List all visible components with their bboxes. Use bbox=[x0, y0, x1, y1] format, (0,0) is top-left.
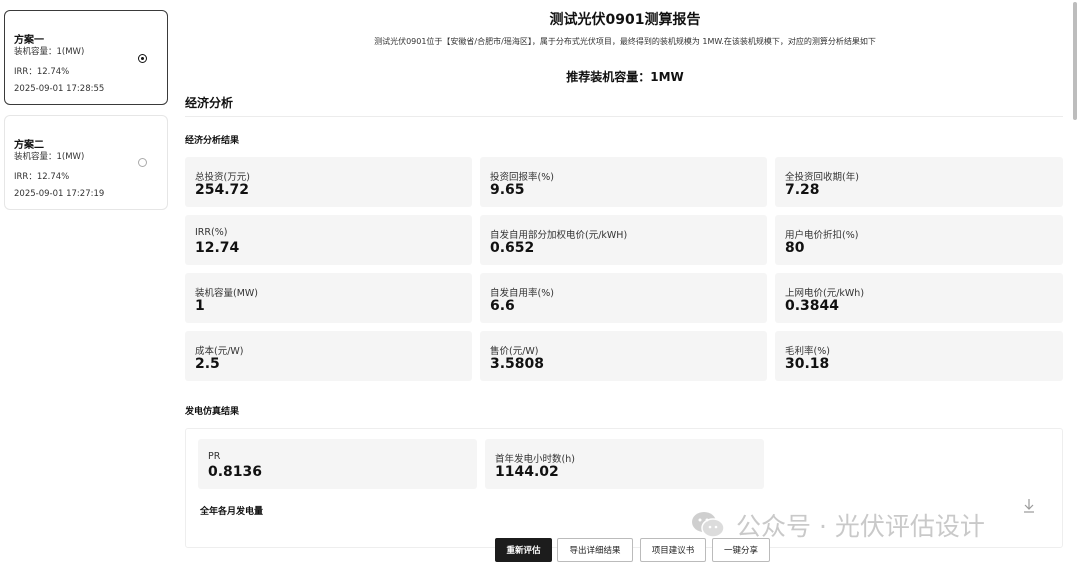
recommended-capacity: 推荐装机容量：1MW bbox=[566, 70, 684, 84]
scroll-thumb[interactable] bbox=[1073, 2, 1077, 120]
monthly-generation-heading: 全年各月发电量 bbox=[200, 507, 264, 517]
metric-card: 毛利率(%) 30.18 bbox=[775, 331, 1063, 381]
metric-label: PR bbox=[208, 451, 221, 462]
metric-card: PR 0.8136 bbox=[198, 439, 477, 489]
plan-name: 方案一 bbox=[14, 35, 44, 46]
metric-card: 上网电价(元/kWh) 0.3844 bbox=[775, 273, 1063, 323]
metric-value: 7.28 bbox=[785, 182, 820, 198]
section-divider bbox=[185, 116, 1063, 117]
metric-value: 6.6 bbox=[490, 298, 515, 314]
metric-value: 1 bbox=[195, 298, 205, 314]
metric-card: 售价(元/W) 3.5808 bbox=[480, 331, 767, 381]
generation-results-heading: 发电仿真结果 bbox=[185, 407, 240, 417]
scrollbar[interactable] bbox=[1073, 0, 1077, 569]
reevaluate-button[interactable]: 重新评估 bbox=[495, 538, 552, 562]
metric-label: 装机容量(MW) bbox=[195, 288, 259, 299]
plan-time: 2025-09-01 17:27:19 bbox=[14, 189, 105, 199]
export-results-button[interactable]: 导出详细结果 bbox=[557, 538, 633, 562]
metric-value: 9.65 bbox=[490, 182, 525, 198]
metric-value: 2.5 bbox=[195, 356, 220, 372]
metric-value: 3.5808 bbox=[490, 356, 545, 372]
metric-label: 总投资(万元) bbox=[195, 172, 250, 183]
metric-value: 0.3844 bbox=[785, 298, 840, 314]
report-subtitle: 测试光伏0901位于【安徽省/合肥市/瑶海区】，属于分布式光伏项目，最终得到的装… bbox=[374, 37, 876, 46]
metric-value: 0.652 bbox=[490, 240, 535, 256]
metric-card: 首年发电小时数(h) 1144.02 bbox=[485, 439, 764, 489]
plan-capacity: 装机容量：1(MW) bbox=[14, 152, 85, 162]
metric-card: 成本(元/W) 2.5 bbox=[185, 331, 472, 381]
metric-card: IRR(%) 12.74 bbox=[185, 215, 472, 265]
section-title-economic: 经济分析 bbox=[185, 96, 234, 110]
watermark-text: 公众号 · 光伏评估设计 bbox=[736, 512, 985, 541]
metric-label: 成本(元/W) bbox=[195, 346, 244, 357]
metric-value: 1144.02 bbox=[495, 464, 559, 480]
metric-label: 全投资回收期(年) bbox=[785, 172, 859, 183]
metric-value: 0.8136 bbox=[208, 464, 263, 480]
plan-radio-selected[interactable] bbox=[138, 54, 147, 63]
plan-sidebar: 方案一 装机容量：1(MW) IRR：12.74% 2025-09-01 17:… bbox=[0, 0, 178, 569]
metric-value: 30.18 bbox=[785, 356, 830, 372]
metric-card: 自发自用部分加权电价(元/kWH) 0.652 bbox=[480, 215, 767, 265]
project-proposal-button[interactable]: 项目建议书 bbox=[640, 538, 706, 562]
plan-radio[interactable] bbox=[138, 158, 147, 167]
metric-value: 80 bbox=[785, 240, 805, 256]
plan-card-1[interactable]: 方案一 装机容量：1(MW) IRR：12.74% 2025-09-01 17:… bbox=[4, 10, 168, 105]
metric-label: 自发自用率(%) bbox=[490, 288, 554, 299]
plan-card-2[interactable]: 方案二 装机容量：1(MW) IRR：12.74% 2025-09-01 17:… bbox=[4, 115, 168, 210]
report-title: 测试光伏0901测算报告 bbox=[549, 12, 701, 28]
metric-label: 自发自用部分加权电价(元/kWH) bbox=[490, 230, 628, 241]
metric-label: 用户电价折扣(%) bbox=[785, 230, 859, 241]
plan-name: 方案二 bbox=[14, 140, 44, 151]
metric-label: 首年发电小时数(h) bbox=[495, 454, 575, 465]
metric-card: 全投资回收期(年) 7.28 bbox=[775, 157, 1063, 207]
metric-label: 投资回报率(%) bbox=[490, 172, 554, 183]
download-icon[interactable] bbox=[1022, 498, 1036, 514]
metric-label: 售价(元/W) bbox=[490, 346, 539, 357]
metric-card: 自发自用率(%) 6.6 bbox=[480, 273, 767, 323]
plan-capacity: 装机容量：1(MW) bbox=[14, 47, 85, 57]
metric-card: 装机容量(MW) 1 bbox=[185, 273, 472, 323]
metric-value: 12.74 bbox=[195, 240, 240, 256]
report-panel: 测试光伏0901测算报告 测试光伏0901位于【安徽省/合肥市/瑶海区】，属于分… bbox=[185, 0, 1065, 569]
metric-label: 毛利率(%) bbox=[785, 346, 830, 357]
metric-card: 总投资(万元) 254.72 bbox=[185, 157, 472, 207]
plan-irr: IRR：12.74% bbox=[14, 172, 70, 182]
metric-label: 上网电价(元/kWh) bbox=[785, 288, 865, 299]
metric-label: IRR(%) bbox=[195, 227, 228, 238]
share-button[interactable]: 一键分享 bbox=[712, 538, 770, 562]
economic-results-heading: 经济分析结果 bbox=[185, 136, 240, 146]
plan-irr: IRR：12.74% bbox=[14, 67, 70, 77]
wechat-icon bbox=[692, 512, 725, 538]
metric-card: 用户电价折扣(%) 80 bbox=[775, 215, 1063, 265]
metric-card: 投资回报率(%) 9.65 bbox=[480, 157, 767, 207]
metric-value: 254.72 bbox=[195, 182, 250, 198]
plan-time: 2025-09-01 17:28:55 bbox=[14, 84, 105, 94]
